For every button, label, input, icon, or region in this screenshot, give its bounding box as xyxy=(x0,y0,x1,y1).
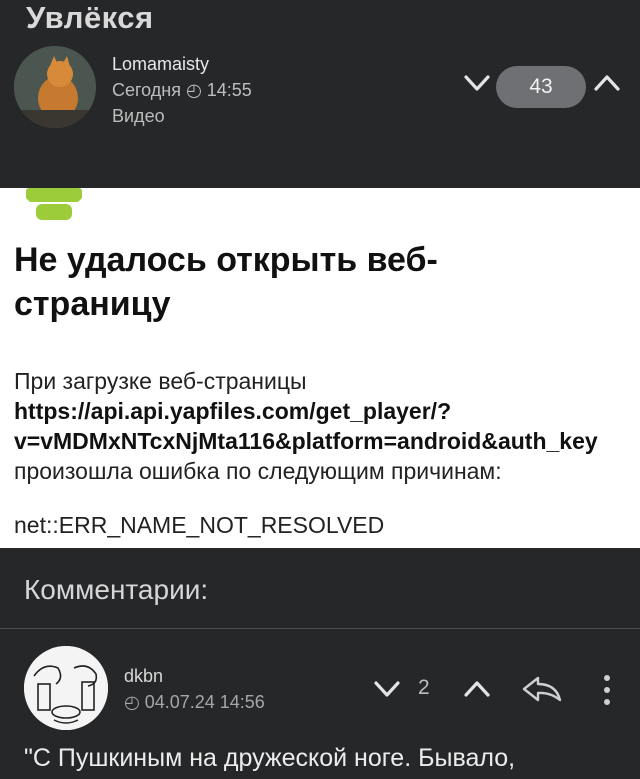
chevron-down-icon[interactable] xyxy=(462,68,492,98)
video-webview[interactable]: Не удалось открыть веб-страницу При загр… xyxy=(0,188,640,548)
error-line: При загрузке веб-страницы xyxy=(14,368,307,394)
comment-rating: 2 xyxy=(418,676,430,699)
commenter-avatar[interactable] xyxy=(24,646,108,730)
post-author-row: Lomamaisty Сегодня ◴ 14:55 Видео 43 xyxy=(14,46,626,136)
comment-date: ◴ 04.07.24 14:56 xyxy=(124,692,265,712)
chevron-up-icon[interactable] xyxy=(592,68,622,98)
error-url-line: v=vMDMxNTcxNjMta116&platform=android&aut… xyxy=(14,428,598,454)
commenter-name[interactable]: dkbn xyxy=(124,666,163,687)
comment-text: "С Пушкиным на дружеской ноге. Бывало, xyxy=(24,744,516,772)
post-rating-badge: 43 xyxy=(496,66,586,108)
comments-title: Комментарии: xyxy=(24,574,209,605)
post-date: Сегодня ◴ 14:55 xyxy=(112,80,252,100)
post-title: Увлёкся xyxy=(26,0,154,35)
error-line: произошла ошибка по следующим причинам: xyxy=(14,458,502,484)
comments-header: Комментарии: xyxy=(0,548,640,629)
author-name[interactable]: Lomamaisty xyxy=(112,54,209,75)
android-robot-icon xyxy=(26,188,82,224)
author-avatar[interactable] xyxy=(14,46,96,128)
error-code: net::ERR_NAME_NOT_RESOLVED xyxy=(14,512,385,538)
reply-icon[interactable] xyxy=(520,672,564,706)
comment-item: dkbn ◴ 04.07.24 14:56 2 "С Пушкиным на д… xyxy=(0,628,640,779)
error-message: При загрузке веб-страницы https://api.ap… xyxy=(14,366,640,486)
more-vertical-icon[interactable] xyxy=(600,672,614,708)
chevron-down-icon[interactable] xyxy=(372,674,402,704)
chevron-up-icon[interactable] xyxy=(462,674,492,704)
error-title: Не удалось открыть веб-страницу xyxy=(14,241,438,323)
post-type-label: Видео xyxy=(112,106,165,126)
error-url-line: https://api.api.yapfiles.com/get_player/… xyxy=(14,398,452,424)
